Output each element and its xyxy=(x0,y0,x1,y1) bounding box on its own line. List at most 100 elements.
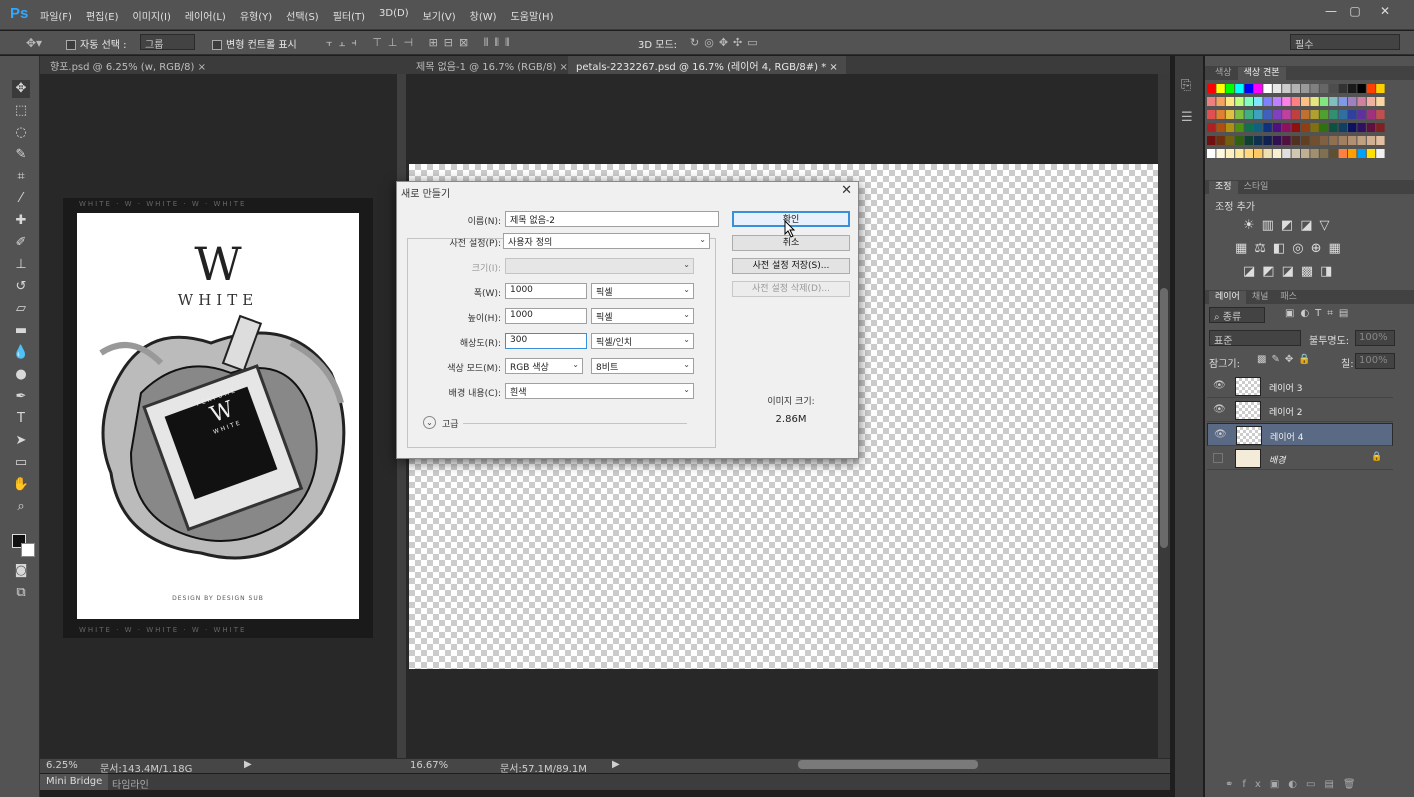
tab-layers[interactable]: 레이어 xyxy=(1209,291,1246,304)
color-swatch[interactable] xyxy=(1263,136,1272,145)
color-swatch[interactable] xyxy=(1301,84,1310,93)
tab-close-icon[interactable]: × xyxy=(829,62,837,73)
shape-tool-icon[interactable]: ▭ xyxy=(12,454,30,472)
visibility-eye-icon[interactable]: 👁 xyxy=(1214,429,1227,440)
color-swatch[interactable] xyxy=(1357,97,1366,106)
color-swatch[interactable] xyxy=(1357,110,1366,119)
auto-select-dropdown[interactable]: 그룹 xyxy=(140,34,195,51)
color-swatch[interactable] xyxy=(1207,84,1216,93)
layer-footer-icons[interactable]: ⚭fx▣◐▭▤🗑 xyxy=(1225,779,1365,790)
color-swatch[interactable] xyxy=(1263,110,1272,119)
color-swatch[interactable] xyxy=(1225,110,1235,119)
visibility-toggle-off[interactable] xyxy=(1213,453,1223,463)
adjustment-icons-row3[interactable]: ◪◩◪▩◨ xyxy=(1243,264,1339,279)
tab-close-icon[interactable]: × xyxy=(560,62,568,73)
tab-channels[interactable]: 채널 xyxy=(1246,291,1275,304)
color-swatch[interactable] xyxy=(1282,123,1291,132)
color-swatch[interactable] xyxy=(1348,97,1357,106)
menu-edit[interactable]: 편집(E) xyxy=(86,8,119,23)
height-input[interactable]: 1000 xyxy=(505,308,587,324)
color-mode-dropdown[interactable]: RGB 색상 ⌄ xyxy=(505,358,583,374)
color-swatch[interactable] xyxy=(1376,84,1385,93)
color-swatch[interactable] xyxy=(1357,136,1366,145)
color-swatch[interactable] xyxy=(1376,110,1385,119)
color-swatch[interactable] xyxy=(1357,123,1366,132)
color-swatch[interactable] xyxy=(1263,84,1272,93)
layer-row[interactable]: 👁 레이어 2 xyxy=(1207,399,1393,422)
color-swatch[interactable] xyxy=(1263,97,1272,106)
color-swatch[interactable] xyxy=(1282,84,1291,93)
tab-adjustments[interactable]: 조정 xyxy=(1209,181,1238,194)
fill-input[interactable]: 100% xyxy=(1355,353,1395,369)
color-swatch[interactable] xyxy=(1338,123,1347,132)
close-window-button[interactable]: ✕ xyxy=(1374,4,1396,20)
color-swatch[interactable] xyxy=(1357,149,1366,158)
color-swatch[interactable] xyxy=(1263,149,1272,158)
color-swatch[interactable] xyxy=(1348,136,1357,145)
color-swatch[interactable] xyxy=(1225,97,1235,106)
opacity-input[interactable]: 100% xyxy=(1355,330,1395,346)
preset-dropdown[interactable]: 사용자 정의 ⌄ xyxy=(503,233,710,249)
tab-paths[interactable]: 패스 xyxy=(1274,291,1303,304)
color-swatch[interactable] xyxy=(1244,123,1253,132)
marquee-tool-icon[interactable]: ⬚ xyxy=(12,102,30,120)
blend-mode-dropdown[interactable]: 표준 xyxy=(1209,330,1301,347)
color-swatch[interactable] xyxy=(1207,97,1216,106)
height-unit-dropdown[interactable]: 픽셀 ⌄ xyxy=(591,308,694,324)
color-swatch[interactable] xyxy=(1225,149,1235,158)
workspace-dropdown[interactable]: 필수 xyxy=(1290,34,1400,51)
color-swatch[interactable] xyxy=(1216,84,1225,93)
color-swatch[interactable] xyxy=(1348,84,1357,93)
color-swatch[interactable] xyxy=(1225,84,1235,93)
color-swatch[interactable] xyxy=(1310,123,1319,132)
color-swatch[interactable] xyxy=(1272,110,1282,119)
resolution-input[interactable]: 300 xyxy=(505,333,587,349)
bit-depth-dropdown[interactable]: 8비트 ⌄ xyxy=(591,358,694,374)
color-swatch[interactable] xyxy=(1357,84,1366,93)
resolution-unit-dropdown[interactable]: 픽셀/인치 ⌄ xyxy=(591,333,694,349)
move-tool-icon[interactable]: ✥ xyxy=(12,80,30,98)
eyedropper-tool-icon[interactable]: ⁄ xyxy=(12,190,30,208)
quick-mask-icon[interactable]: ◙ xyxy=(12,562,30,580)
left-status-arrow-icon[interactable]: ▶ xyxy=(244,759,252,770)
color-swatch[interactable] xyxy=(1254,136,1263,145)
right-status-arrow-icon[interactable]: ▶ xyxy=(612,759,620,770)
color-swatch[interactable] xyxy=(1291,136,1300,145)
menu-type[interactable]: 유형(Y) xyxy=(240,8,272,23)
horizontal-scroll-thumb[interactable] xyxy=(798,760,978,769)
history-panel-icon[interactable]: ⎘ xyxy=(1181,78,1191,93)
color-swatch[interactable] xyxy=(1301,149,1310,158)
color-swatch[interactable] xyxy=(1244,84,1253,93)
screen-mode-icon[interactable]: ⧉ xyxy=(12,584,30,602)
color-swatch[interactable] xyxy=(1376,123,1385,132)
dialog-close-icon[interactable]: ✕ xyxy=(841,183,852,198)
color-swatch[interactable] xyxy=(1319,110,1329,119)
color-swatch[interactable] xyxy=(1319,136,1329,145)
menu-select[interactable]: 선택(S) xyxy=(286,8,319,23)
color-swatch[interactable] xyxy=(1263,123,1272,132)
color-swatch[interactable] xyxy=(1225,136,1235,145)
blur-tool-icon[interactable]: 💧 xyxy=(12,344,30,362)
color-swatch[interactable] xyxy=(1376,97,1385,106)
color-swatch[interactable] xyxy=(1329,110,1338,119)
color-swatch[interactable] xyxy=(1310,84,1319,93)
color-swatch[interactable] xyxy=(1338,149,1347,158)
tab-petals-psd[interactable]: petals-2232267.psd @ 16.7% (레이어 4, RGB/8… xyxy=(568,56,846,74)
menu-file[interactable]: 파일(F) xyxy=(40,8,72,23)
color-swatch[interactable] xyxy=(1207,136,1216,145)
visibility-eye-icon[interactable]: 👁 xyxy=(1213,380,1226,391)
color-swatch[interactable] xyxy=(1291,149,1300,158)
color-swatch[interactable] xyxy=(1244,136,1253,145)
color-swatch[interactable] xyxy=(1272,149,1282,158)
color-swatch[interactable] xyxy=(1329,149,1338,158)
color-swatch[interactable] xyxy=(1291,84,1300,93)
color-swatch[interactable] xyxy=(1348,123,1357,132)
color-swatch[interactable] xyxy=(1216,123,1225,132)
adjustment-icons-row1[interactable]: ☀▥◩◪▽ xyxy=(1243,218,1337,233)
history-brush-icon[interactable]: ↺ xyxy=(12,278,30,296)
color-swatch[interactable] xyxy=(1319,123,1329,132)
tab-color[interactable]: 색상 xyxy=(1209,67,1238,80)
color-swatch[interactable] xyxy=(1235,110,1244,119)
menu-view[interactable]: 보기(V) xyxy=(423,8,456,23)
color-swatch[interactable] xyxy=(1216,136,1225,145)
